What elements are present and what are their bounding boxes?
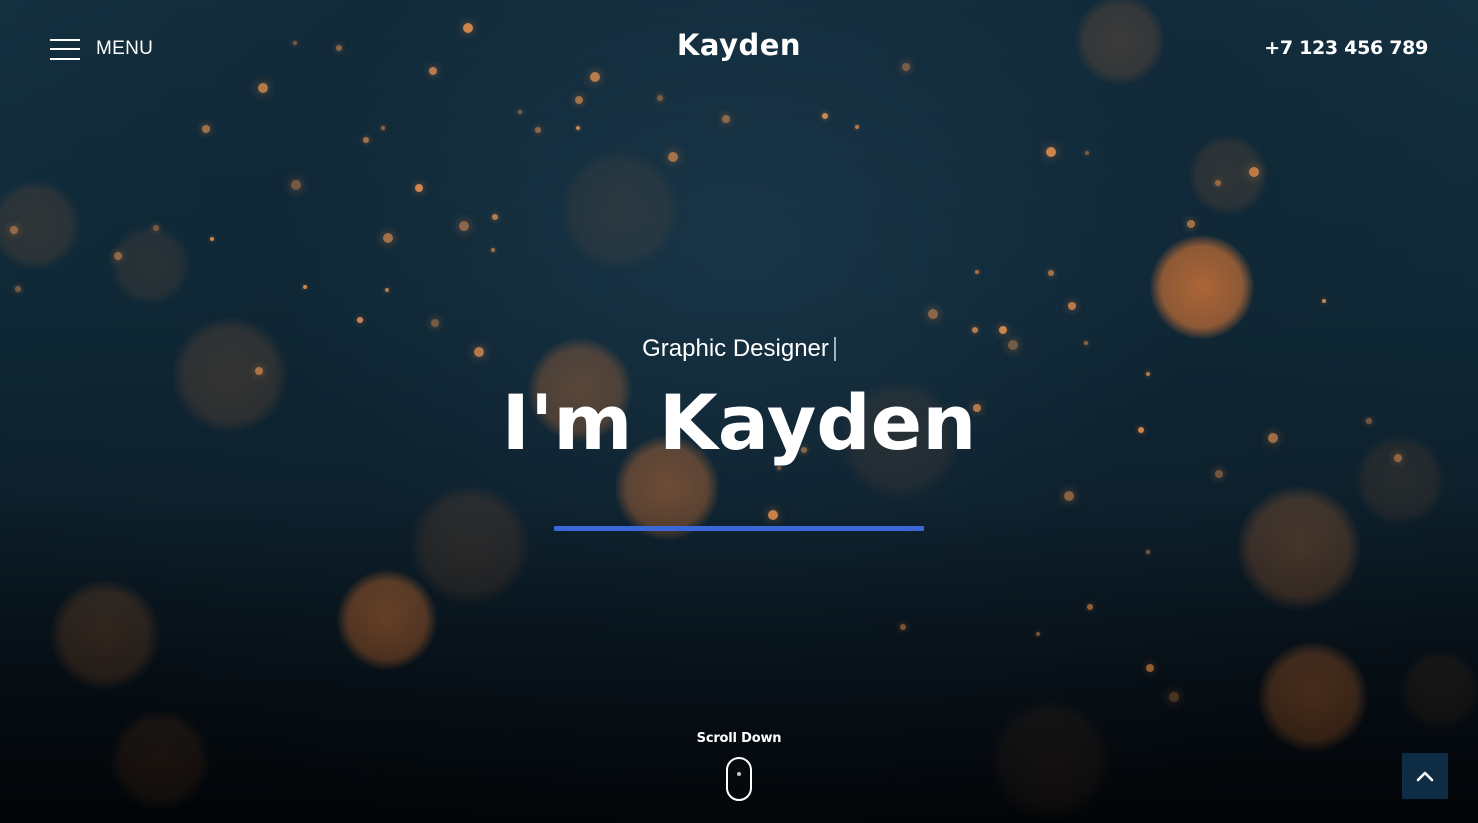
bokeh-light [1400, 650, 1478, 730]
top-navigation-bar: MENU Kayden +7 123 456 789 [0, 0, 1478, 100]
bokeh-light [1188, 135, 1268, 215]
bokeh-particle [1048, 270, 1054, 276]
bokeh-particle [1322, 299, 1326, 303]
bokeh-particle [1068, 302, 1076, 310]
bokeh-particle [1146, 550, 1150, 554]
bokeh-particle [303, 285, 307, 289]
bokeh-particle [385, 288, 389, 292]
scroll-down-link[interactable]: Scroll Down [0, 731, 1478, 801]
bokeh-particle [972, 327, 978, 333]
bokeh-particle [1249, 167, 1259, 177]
bokeh-particle [431, 319, 439, 327]
bokeh-particle [1215, 180, 1221, 186]
bokeh-particle [668, 152, 678, 162]
bokeh-particle [1036, 632, 1040, 636]
bokeh-particle [363, 137, 369, 143]
bokeh-particle [491, 248, 495, 252]
brand-logo-link[interactable]: Kayden [0, 28, 1478, 62]
bokeh-light [1237, 486, 1361, 610]
bokeh-particle [1085, 151, 1089, 155]
hero-title: I'm Kayden [501, 378, 977, 467]
bokeh-particle [518, 110, 522, 114]
bokeh-particle [535, 127, 541, 133]
hero-section: MENU Kayden +7 123 456 789 Graphic Desig… [0, 0, 1478, 823]
bokeh-light [337, 570, 437, 670]
typing-cursor [833, 337, 836, 361]
chevron-up-icon [1416, 771, 1434, 782]
bokeh-particle [459, 221, 469, 231]
bokeh-particle [1215, 470, 1223, 478]
bokeh-light [110, 225, 190, 305]
hero-headline: Graphic Designer I'm Kayden [0, 335, 1478, 461]
bokeh-particle [1146, 664, 1154, 672]
bokeh-light [560, 150, 680, 270]
bokeh-light [0, 180, 80, 270]
bokeh-particle [1046, 147, 1056, 157]
bokeh-light [410, 485, 530, 605]
bokeh-particle [1064, 491, 1074, 501]
bokeh-particle [822, 113, 828, 119]
bokeh-particle [975, 270, 979, 274]
back-to-top-button[interactable] [1402, 753, 1448, 799]
bokeh-particle [383, 233, 393, 243]
mouse-wheel-dot [737, 772, 741, 776]
typed-role-text: Graphic Designer [642, 335, 829, 362]
bokeh-particle [1187, 220, 1195, 228]
bokeh-particle [1087, 604, 1093, 610]
bokeh-particle [492, 214, 498, 220]
hero-subtitle: Graphic Designer [642, 335, 836, 363]
bokeh-particle [10, 226, 18, 234]
bokeh-particle [928, 309, 938, 319]
bokeh-particle [576, 126, 580, 130]
bokeh-particle [722, 115, 730, 123]
bokeh-particle [153, 225, 159, 231]
bokeh-particle [1169, 692, 1179, 702]
bokeh-particle [768, 510, 778, 520]
bokeh-particle [210, 237, 214, 241]
scroll-down-label: Scroll Down [696, 731, 782, 746]
title-underline-divider [554, 526, 924, 531]
bokeh-particle [415, 184, 423, 192]
bokeh-particle [15, 286, 21, 292]
phone-number-link[interactable]: +7 123 456 789 [1264, 37, 1428, 59]
bokeh-particle [291, 180, 301, 190]
bokeh-particle [900, 624, 906, 630]
bokeh-particle [999, 326, 1007, 334]
bokeh-particle [855, 125, 859, 129]
mouse-icon [726, 757, 752, 801]
bokeh-light [1150, 235, 1254, 339]
bokeh-particle [381, 126, 385, 130]
bokeh-particle [357, 317, 363, 323]
bokeh-particle [202, 125, 210, 133]
bokeh-light [50, 580, 160, 690]
bokeh-particle [114, 252, 122, 260]
